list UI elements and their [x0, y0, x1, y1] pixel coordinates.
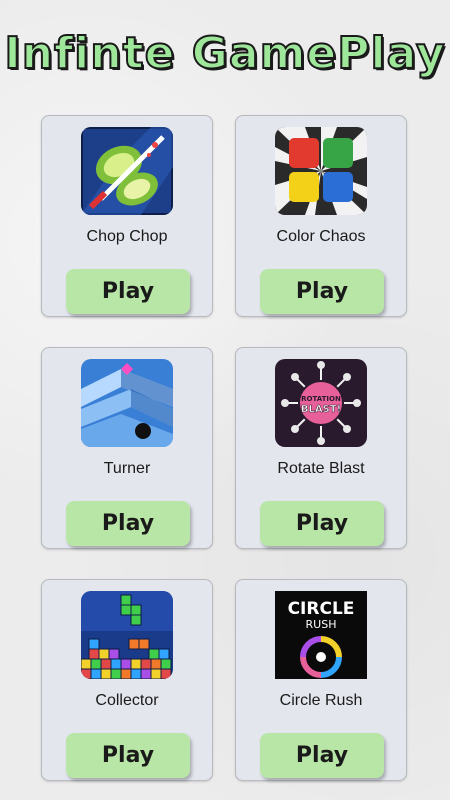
game-name: Circle Rush: [279, 692, 363, 709]
game-card-chop-chop[interactable]: Chop Chop Play: [41, 115, 213, 317]
play-button-circle-rush[interactable]: Play: [260, 733, 384, 778]
game-card-color-chaos[interactable]: Color Chaos Play: [235, 115, 407, 317]
icon-text-top: CIRCLE: [288, 599, 355, 619]
color-chaos-icon[interactable]: [275, 127, 367, 215]
play-button-color-chaos[interactable]: Play: [260, 269, 384, 314]
circle-rush-icon[interactable]: CIRCLE RUSH: [275, 591, 367, 679]
game-card-collector[interactable]: Collector Play: [41, 579, 213, 781]
block-puzzle-icon[interactable]: [81, 591, 173, 679]
game-name: Chop Chop: [86, 228, 168, 245]
game-name: Color Chaos: [276, 228, 366, 245]
app-title: Infinte GamePlay: [3, 27, 446, 80]
game-name: Rotate Blast: [277, 460, 365, 477]
icon-text-top: ROTATION: [301, 395, 341, 403]
play-button-chop-chop[interactable]: Play: [66, 269, 190, 314]
fruit-ninja-icon[interactable]: [81, 127, 173, 215]
game-card-turner[interactable]: Turner Play: [41, 347, 213, 549]
play-button-rotate-blast[interactable]: Play: [260, 501, 384, 546]
game-name: Collector: [95, 692, 159, 709]
icon-text-bottom: BLAST!: [301, 404, 341, 415]
icon-text-bottom: RUSH: [306, 618, 337, 631]
zigzag-icon[interactable]: [81, 359, 173, 447]
game-card-circle-rush[interactable]: CIRCLE RUSH Circle Rush Play: [235, 579, 407, 781]
game-name: Turner: [103, 460, 151, 477]
rotation-blast-icon[interactable]: ROTATION BLAST!: [275, 359, 367, 447]
game-card-rotate-blast[interactable]: ROTATION BLAST! Rotate Blast Play: [235, 347, 407, 549]
play-button-collector[interactable]: Play: [66, 733, 190, 778]
play-button-turner[interactable]: Play: [66, 501, 190, 546]
